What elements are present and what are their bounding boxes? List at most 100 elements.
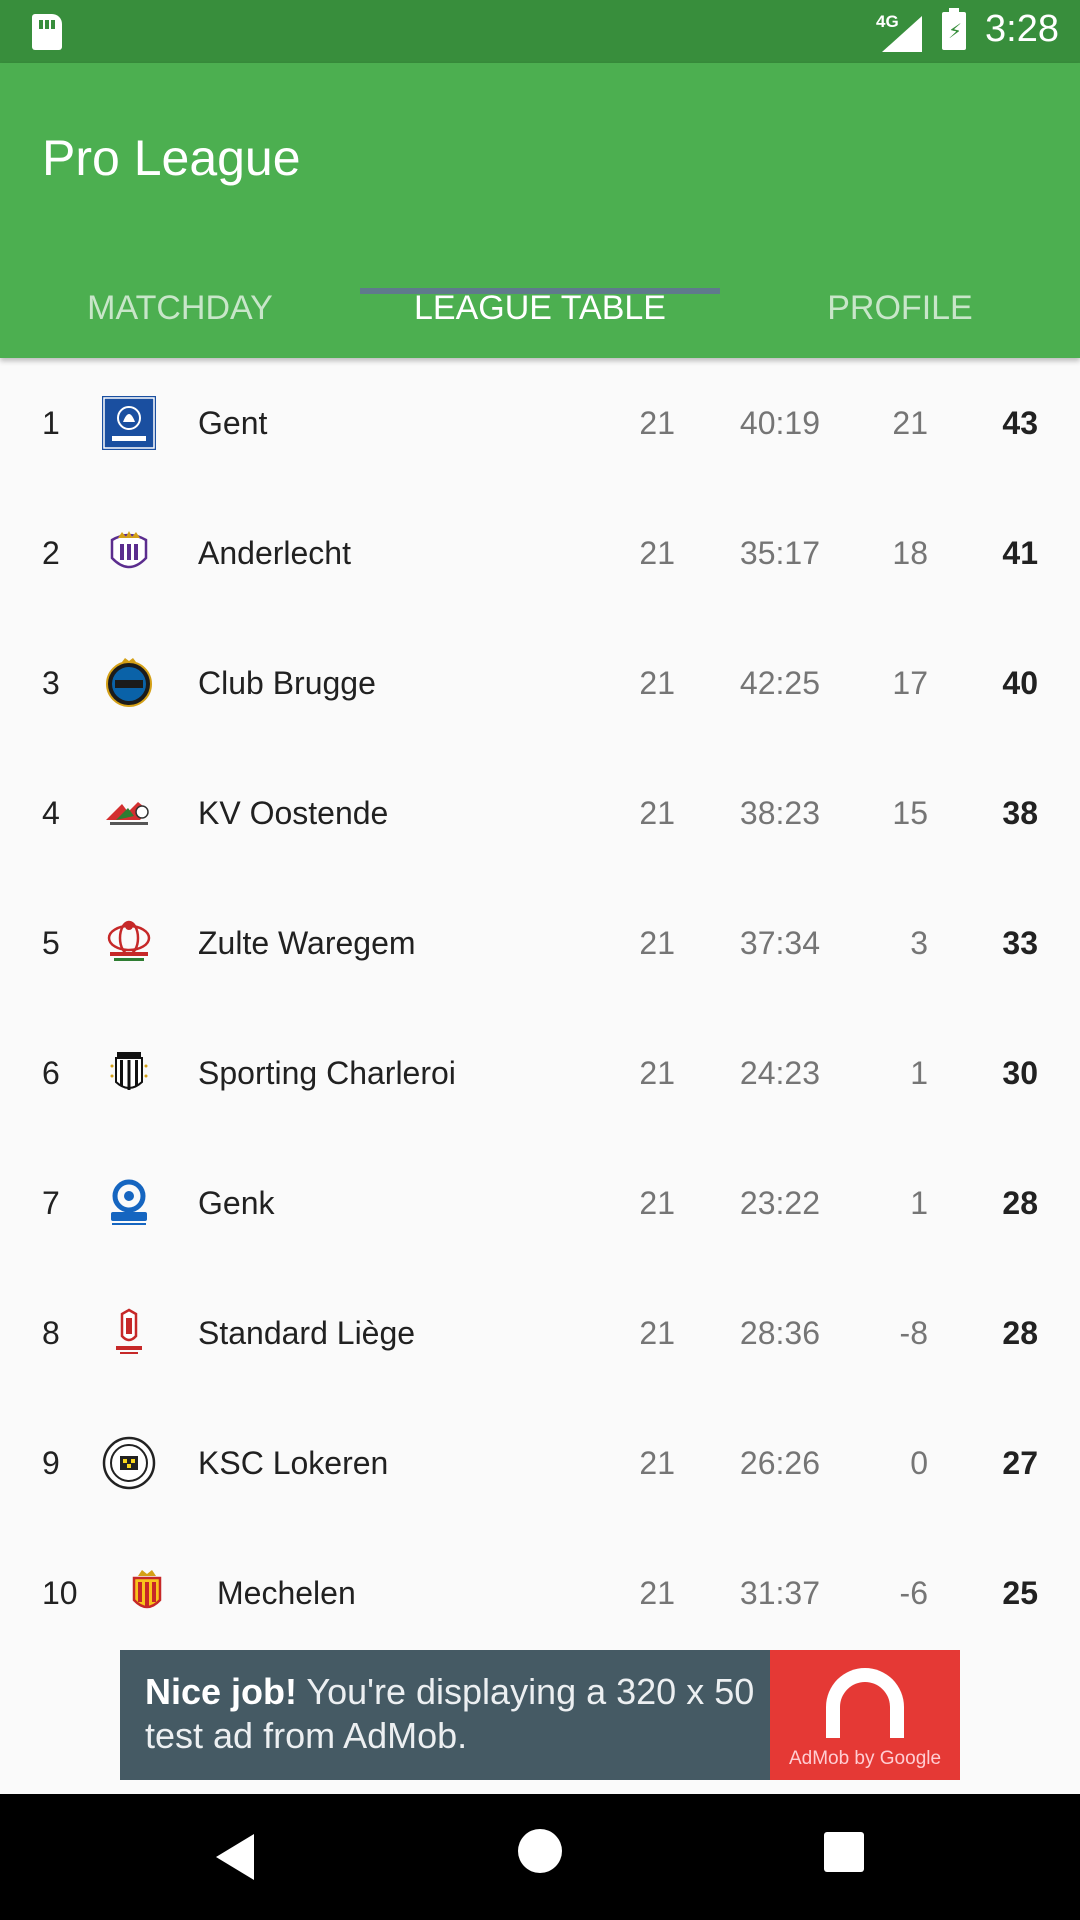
rank: 3 — [42, 665, 60, 701]
table-row[interactable]: 9 KSC Lokeren 21 26:26 0 27 — [0, 1398, 1080, 1528]
points: 40 — [1002, 665, 1038, 701]
table-row[interactable]: 6 Sporting Charleroi 21 24:23 1 30 — [0, 1008, 1080, 1138]
tab-league-table[interactable]: LEAGUE TABLE — [360, 253, 720, 358]
team-name: Standard Liège — [198, 1315, 416, 1351]
goal-difference: 0 — [910, 1445, 928, 1481]
table-row[interactable]: 4 KV Oostende 21 38:23 15 38 — [0, 748, 1080, 878]
goal-difference: 17 — [892, 665, 928, 701]
matches-played: 21 — [639, 1055, 675, 1091]
goals: 40:19 — [739, 405, 820, 441]
points: 28 — [1002, 1315, 1038, 1351]
points: 41 — [1002, 535, 1038, 571]
tab-bar: MATCHDAY LEAGUE TABLE PROFILE — [0, 253, 1080, 358]
points: 33 — [1002, 925, 1038, 961]
standard-liege-logo-icon — [116, 1308, 142, 1354]
points: 38 — [1002, 795, 1038, 831]
tab-matchday[interactable]: MATCHDAY — [0, 253, 360, 358]
rank: 6 — [42, 1055, 60, 1091]
team-name: Gent — [198, 405, 268, 441]
zulte-waregem-logo-icon — [107, 920, 151, 961]
navigation-bar — [0, 1794, 1080, 1920]
active-tab-indicator — [360, 288, 720, 294]
ad-brand: AdMob by Google — [788, 1748, 942, 1769]
goals: 38:23 — [739, 795, 820, 831]
team-name: Anderlecht — [198, 535, 351, 571]
goals: 26:26 — [739, 1445, 820, 1481]
matches-played: 21 — [639, 1445, 675, 1481]
table-row[interactable]: 10 Mechelen 21 31:37 -6 25 — [0, 1528, 1080, 1658]
rank: 7 — [42, 1185, 60, 1221]
matches-played: 21 — [639, 1315, 675, 1351]
tab-profile[interactable]: PROFILE — [720, 253, 1080, 358]
matches-played: 21 — [639, 925, 675, 961]
ad-headline: Nice job! — [145, 1671, 298, 1712]
goal-difference: -8 — [899, 1315, 928, 1351]
home-icon[interactable] — [518, 1829, 562, 1873]
table-row[interactable]: 3 Club Brugge 21 42:25 17 40 — [0, 618, 1080, 748]
matches-played: 21 — [639, 535, 675, 571]
goal-difference: 3 — [910, 925, 928, 961]
goals: 35:17 — [739, 535, 820, 571]
goal-difference: 21 — [892, 405, 928, 441]
team-name: Zulte Waregem — [198, 925, 416, 961]
goals: 23:22 — [739, 1185, 820, 1221]
kv-oostende-logo-icon — [106, 802, 149, 825]
goals: 42:25 — [739, 665, 820, 701]
sd-card-icon — [32, 14, 62, 50]
matches-played: 21 — [639, 665, 675, 701]
status-bar: 4G ⚡ 3:28 — [0, 0, 1080, 63]
matches-played: 21 — [639, 405, 675, 441]
rank: 2 — [42, 535, 60, 571]
ad-text: Nice job! You're displaying a 320 x 50 t… — [145, 1670, 765, 1758]
cellular-signal-icon: 4G — [876, 12, 922, 52]
table-row[interactable]: 2 Anderlecht 21 35:17 18 41 — [0, 488, 1080, 618]
gent-logo-icon — [102, 396, 156, 450]
points: 30 — [1002, 1055, 1038, 1091]
matches-played: 21 — [639, 1575, 675, 1611]
club-brugge-logo-icon — [106, 658, 152, 707]
team-name: Sporting Charleroi — [198, 1055, 456, 1091]
rank: 4 — [42, 795, 60, 831]
goal-difference: 1 — [910, 1185, 928, 1221]
table-row[interactable]: 1 Gent 21 40:19 21 43 — [0, 358, 1080, 488]
goal-difference: -6 — [899, 1575, 928, 1611]
table-row[interactable]: 8 Standard Liège 21 28:36 -8 28 — [0, 1268, 1080, 1398]
admob-logo-icon — [826, 1668, 904, 1738]
points: 25 — [1002, 1575, 1038, 1611]
goal-difference: 18 — [892, 535, 928, 571]
points: 28 — [1002, 1185, 1038, 1221]
sporting-charleroi-logo-icon — [110, 1052, 148, 1090]
matches-played: 21 — [639, 795, 675, 831]
rank: 1 — [42, 405, 60, 441]
goals: 37:34 — [739, 925, 820, 961]
ad-banner[interactable]: Nice job! You're displaying a 320 x 50 t… — [120, 1650, 960, 1780]
table-row[interactable]: 7 Genk 21 23:22 1 28 — [0, 1138, 1080, 1268]
team-name: Genk — [198, 1185, 275, 1221]
recents-icon[interactable] — [824, 1832, 864, 1872]
admob-logo-panel: AdMob by Google — [770, 1650, 960, 1780]
matches-played: 21 — [639, 1185, 675, 1221]
rank: 9 — [42, 1445, 60, 1481]
rank: 8 — [42, 1315, 60, 1351]
team-name: KV Oostende — [198, 795, 389, 831]
goal-difference: 1 — [910, 1055, 928, 1091]
points: 27 — [1002, 1445, 1038, 1481]
status-clock: 3:28 — [985, 8, 1059, 50]
goals: 31:37 — [739, 1575, 820, 1611]
anderlecht-logo-icon — [110, 531, 148, 569]
goal-difference: 15 — [892, 795, 928, 831]
app-title: Pro League — [42, 130, 301, 186]
team-name: KSC Lokeren — [198, 1445, 389, 1481]
rank: 5 — [42, 925, 60, 961]
points: 43 — [1002, 405, 1038, 441]
ksc-lokeren-logo-icon — [102, 1436, 156, 1490]
back-icon[interactable] — [216, 1834, 254, 1880]
app-bar: Pro League MATCHDAY LEAGUE TABLE PROFILE — [0, 63, 1080, 358]
table-row[interactable]: 5 Zulte Waregem 21 37:34 3 33 — [0, 878, 1080, 1008]
team-name: Mechelen — [217, 1575, 356, 1611]
rank: 10 — [42, 1575, 78, 1611]
goals: 24:23 — [739, 1055, 820, 1091]
team-name: Club Brugge — [198, 665, 376, 701]
mechelen-logo-icon — [132, 1570, 162, 1609]
battery-charging-icon: ⚡ — [942, 8, 966, 50]
